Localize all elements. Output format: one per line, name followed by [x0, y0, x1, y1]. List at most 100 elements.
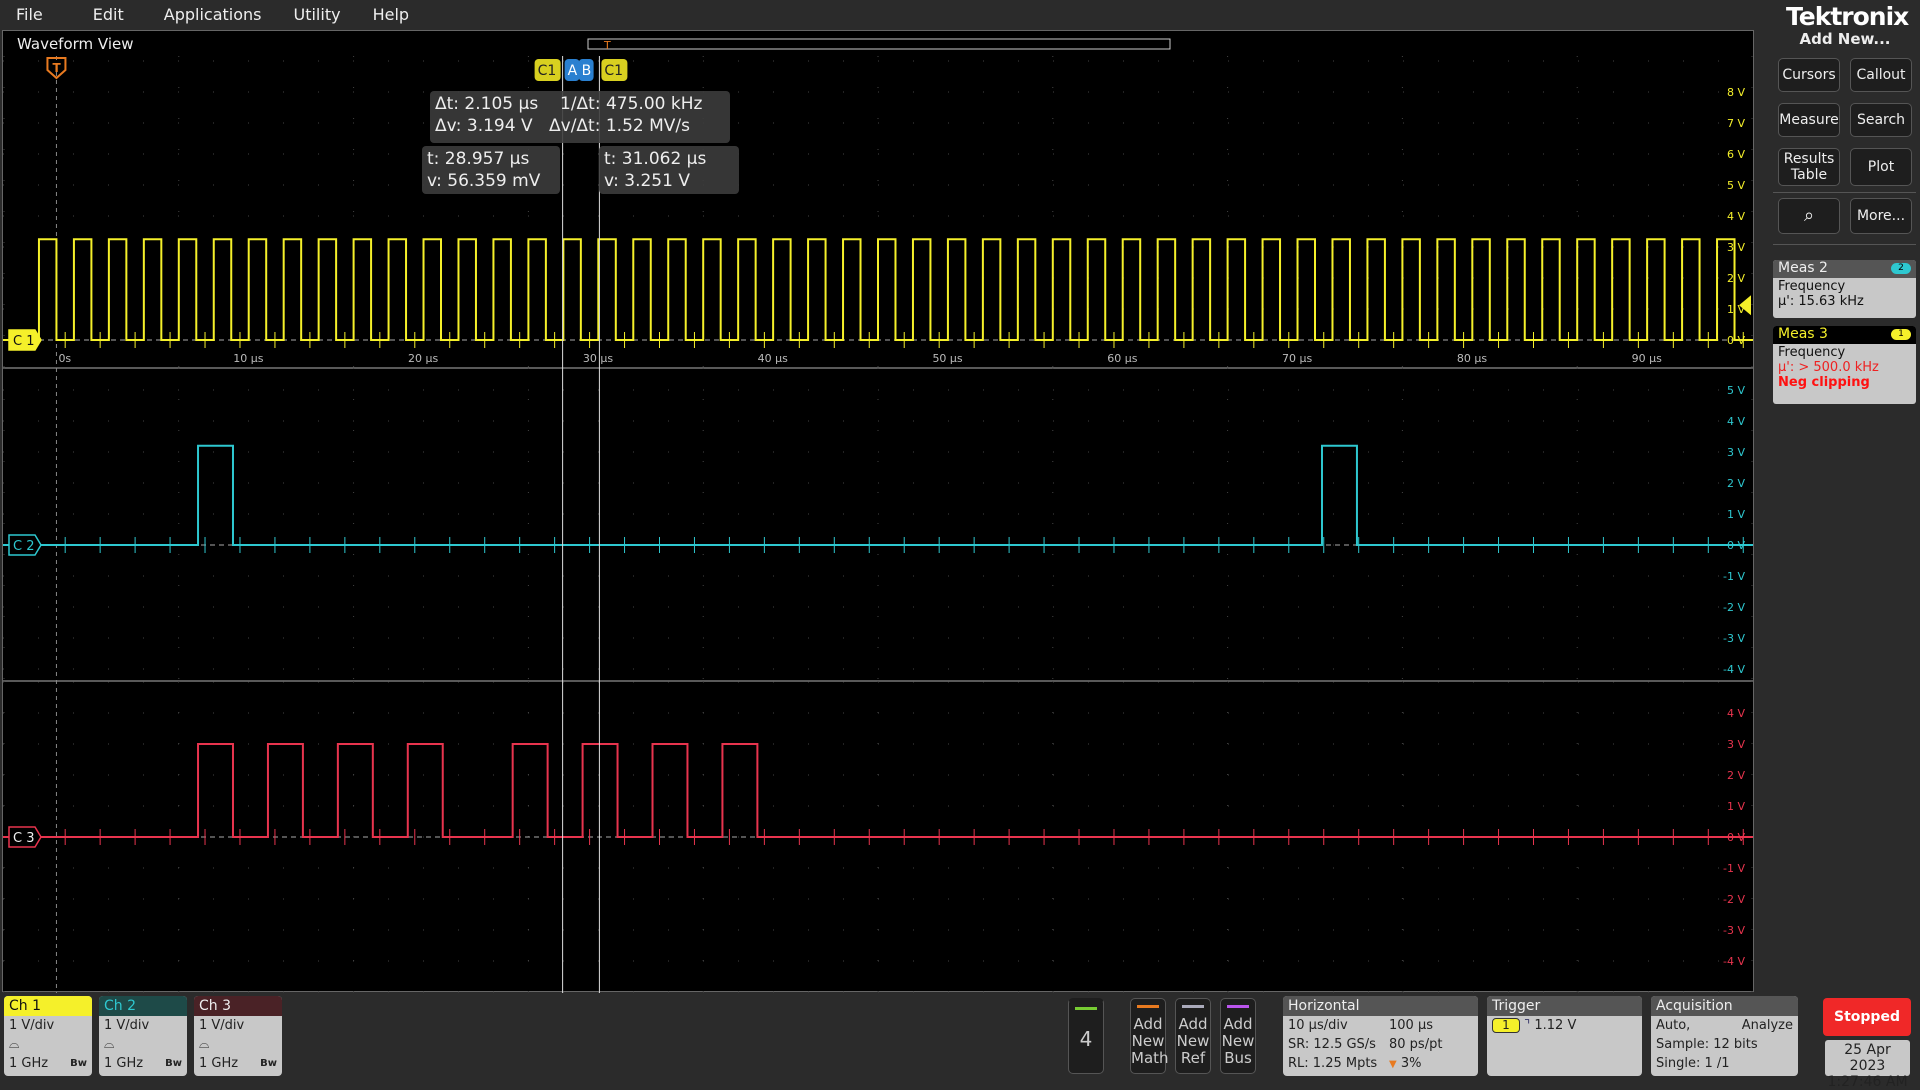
sample-rate: SR: 12.5 GS/s: [1288, 1037, 1376, 1052]
bw-limit-tag: Bw: [165, 1058, 182, 1069]
horizontal-duration: 100 µs: [1389, 1018, 1433, 1033]
ch3-scale: 1 V/div: [199, 1018, 245, 1033]
ch1-label: Ch 1: [4, 996, 92, 1016]
trigger-position-icon: T: [603, 39, 611, 52]
meas-3-badge[interactable]: Meas 3 1 Frequency µ': > 500.0 kHz Neg clip…: [1773, 326, 1916, 404]
cursor-a-readout: t: 28.957 µs v: 56.359 mV: [422, 146, 560, 194]
meas-2-badge[interactable]: Meas 2 2 Frequency µ': 15.63 kHz: [1773, 260, 1916, 318]
volt-axis-label: 2 V: [1727, 477, 1745, 490]
tektronix-logo: Tektronix: [1786, 2, 1909, 31]
time-axis-label: 50 µs: [932, 352, 962, 365]
sample-bits: Sample: 12 bits: [1656, 1037, 1758, 1052]
falling-edge-icon: ⌝: [1524, 1018, 1531, 1033]
add-new-bus-label: Add New Bus: [1221, 1015, 1255, 1067]
time-axis-label: 90 µs: [1632, 352, 1662, 365]
volt-axis-label: 1 V: [1727, 800, 1745, 813]
add-new-bus-button[interactable]: Add New Bus: [1220, 998, 1256, 1074]
delta-t: Δt: 2.105 µs: [435, 94, 539, 114]
acquisition-badge[interactable]: Acquisition Auto, Analyze Sample: 12 bits…: [1651, 996, 1798, 1076]
ch3-label: Ch 3: [194, 996, 282, 1016]
volt-axis-label: 3 V: [1727, 738, 1745, 751]
add-new-ref-label: Add New Ref: [1176, 1015, 1210, 1067]
volt-axis-label: 8 V: [1727, 86, 1745, 99]
ch3-badge[interactable]: Ch 3 1 V/div ⌓ 1 GHz Bw: [194, 996, 282, 1076]
time-axis-label: 40 µs: [758, 352, 788, 365]
cursor-b-readout: t: 31.062 µs v: 3.251 V: [599, 146, 739, 194]
menu-help[interactable]: Help: [357, 5, 425, 24]
cursor-a-time: t: 28.957 µs: [427, 149, 530, 169]
ch1-badge[interactable]: Ch 1 1 V/div ⌓ 1 GHz Bw: [4, 996, 92, 1076]
callout-button[interactable]: Callout: [1850, 58, 1912, 92]
search-button[interactable]: Search: [1850, 103, 1912, 137]
time-resolution: 80 ps/pt: [1389, 1037, 1443, 1052]
meas-3-warning: Neg clipping: [1778, 375, 1870, 390]
record-length: RL: 1.25 Mpts: [1288, 1056, 1378, 1071]
time-axis-label: 20 µs: [408, 352, 438, 365]
probe-icon: ⌓: [9, 1037, 20, 1052]
math-color-bar: [1137, 1005, 1159, 1008]
acquisition-mode: Auto,: [1656, 1018, 1691, 1033]
add-new-ref-button[interactable]: Add New Ref: [1175, 998, 1211, 1074]
plot-button[interactable]: Plot: [1850, 148, 1912, 186]
horizontal-badge[interactable]: Horizontal 10 µs/div 100 µs SR: 12.5 GS/s…: [1283, 996, 1478, 1076]
cursor-a-voltage: v: 56.359 mV: [427, 171, 541, 191]
meas-2-type: Frequency: [1778, 279, 1846, 294]
volt-axis-label: 2 V: [1727, 272, 1745, 285]
run-stop-status[interactable]: Stopped: [1823, 998, 1911, 1036]
menu-applications[interactable]: Applications: [148, 5, 278, 24]
cursor-delta-readout: Δt: 2.105 µs Δv: 3.194 V 1/Δt: 475.00 kH…: [430, 91, 730, 143]
cursor-b-time: t: 31.062 µs: [604, 149, 707, 169]
trigger-badge[interactable]: Trigger 1 ⌝ 1.12 V: [1487, 996, 1642, 1076]
horizontal-scale: 10 µs/div: [1288, 1018, 1348, 1033]
zoom-select-button[interactable]: ⌕: [1778, 198, 1840, 234]
divider: [1773, 192, 1916, 193]
cursor-badge-label: C1: [538, 63, 557, 79]
waveform-display[interactable]: T T 0s 10 µs 20 µs 30 µs 40 µs 50 µs 60 µs 70 µs 8…: [3, 31, 1755, 993]
volt-axis-label: 5 V: [1727, 179, 1745, 192]
waveform-trace: [3, 743, 1753, 838]
channel-color-bar: [1075, 1007, 1097, 1010]
menu-file[interactable]: File: [0, 5, 59, 24]
menu-bar: File Edit Applications Utility Help: [0, 0, 1760, 28]
ch1-scale: 1 V/div: [9, 1018, 55, 1033]
menu-edit[interactable]: Edit: [77, 5, 140, 24]
measure-button[interactable]: Measure: [1778, 103, 1840, 137]
more-button[interactable]: More...: [1850, 198, 1912, 234]
probe-icon: ⌓: [104, 1037, 115, 1052]
volt-axis-label: 5 V: [1727, 384, 1745, 397]
waveform-view-title: Waveform View: [17, 35, 134, 53]
ch3-bandwidth: 1 GHz: [199, 1056, 239, 1071]
time-axis-label: 60 µs: [1107, 352, 1137, 365]
channel-marker-label: C 1: [13, 334, 34, 349]
volt-axis-label: -3 V: [1723, 924, 1745, 937]
bw-limit-tag: Bw: [260, 1058, 277, 1069]
volt-axis-label: 7 V: [1727, 117, 1745, 130]
volt-axis-label: -1 V: [1723, 862, 1745, 875]
volt-axis-label: 1 V: [1727, 508, 1745, 521]
delta-v-over-delta-t: Δv/Δt: 1.52 MV/s: [549, 116, 690, 136]
meas-2-source-pill: 2: [1891, 263, 1911, 274]
meas-3-type: Frequency: [1778, 345, 1846, 360]
menu-utility[interactable]: Utility: [278, 5, 357, 24]
ch2-scale: 1 V/div: [104, 1018, 150, 1033]
waveform-trace: [3, 444, 1753, 546]
volt-axis-label: -2 V: [1723, 601, 1745, 614]
add-new-math-button[interactable]: Add New Math: [1130, 998, 1169, 1074]
single-count: Single: 1 /1: [1656, 1056, 1730, 1071]
bw-limit-tag: Bw: [70, 1058, 87, 1069]
results-table-button[interactable]: Results Table: [1778, 148, 1840, 186]
horizontal-title: Horizontal: [1283, 996, 1478, 1016]
trigger-source: 1: [1492, 1018, 1520, 1033]
add-channel-button[interactable]: 4: [1068, 998, 1104, 1074]
cursors-button[interactable]: Cursors: [1778, 58, 1840, 92]
date-time[interactable]: 25 Apr 2023 1:27:46 AM: [1825, 1040, 1910, 1090]
waveform-view[interactable]: T T 0s 10 µs 20 µs 30 µs 40 µs 50 µs 60 µs 70 µs 8…: [2, 30, 1755, 993]
trigger-title: Trigger: [1487, 996, 1642, 1016]
time-axis-label: 10 µs: [233, 352, 263, 365]
trigger-marker-label: T: [52, 61, 61, 75]
time-axis-label: 0s: [58, 352, 71, 365]
volt-axis-label: -3 V: [1723, 632, 1745, 645]
volt-axis-label: -4 V: [1723, 955, 1745, 968]
ch2-badge[interactable]: Ch 2 1 V/div ⌓ 1 GHz Bw: [99, 996, 187, 1076]
volt-axis-label: 2 V: [1727, 769, 1745, 782]
